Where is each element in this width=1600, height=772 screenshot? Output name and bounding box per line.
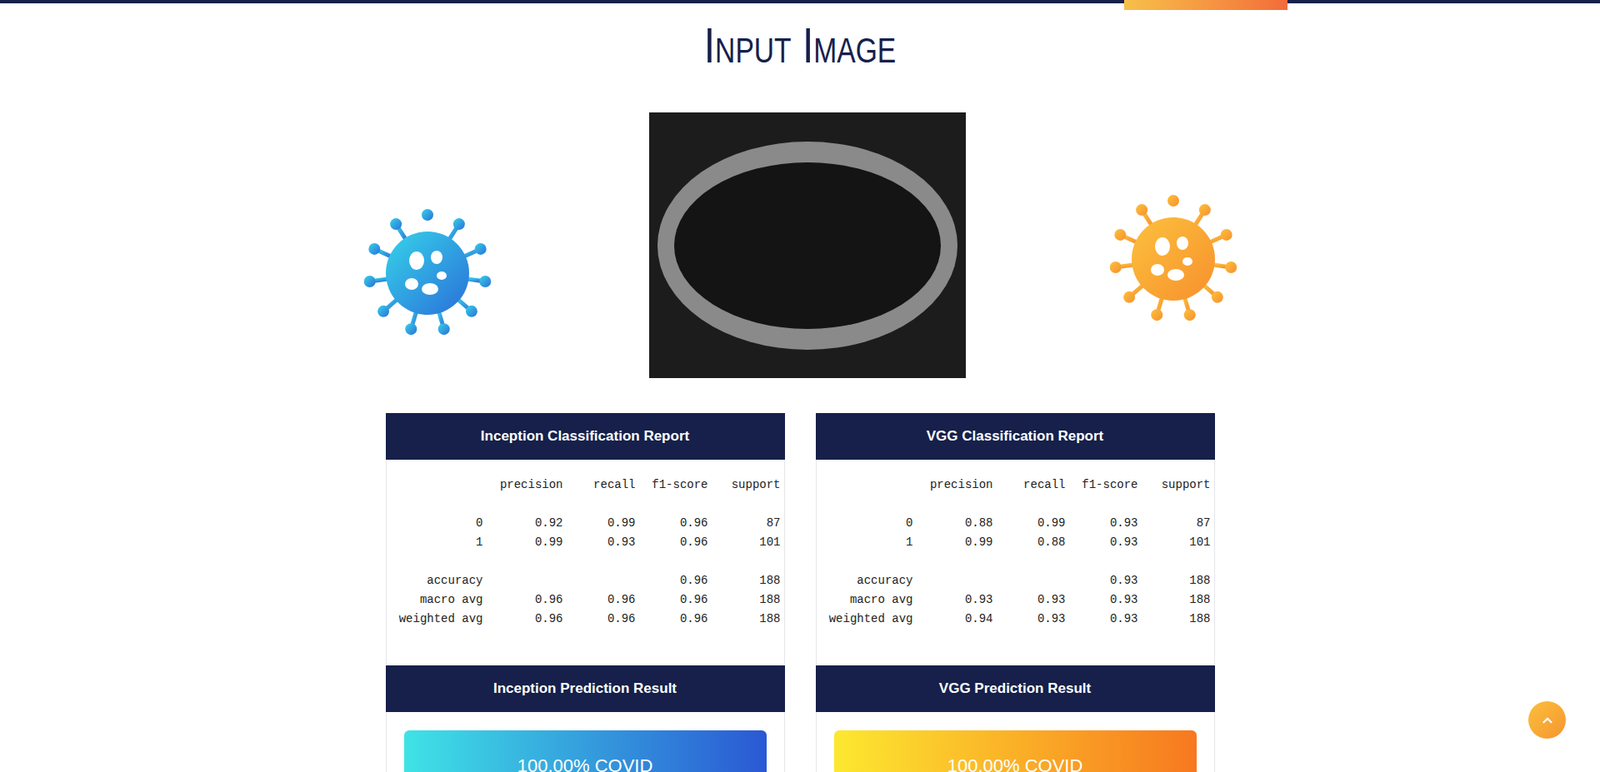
top-bar [0, 0, 1600, 4]
report-row: weighted avg0.940.930.93188 [816, 610, 1215, 630]
chevron-up-icon [1540, 713, 1555, 729]
row-label: accuracy [816, 571, 914, 591]
row-value: 0.93 [993, 590, 1066, 610]
row-value: 0.94 [913, 610, 994, 630]
row-value: 101 [1138, 533, 1211, 553]
row-value: 87 [1138, 514, 1211, 534]
prediction-result: 100.00% COVID [404, 730, 767, 772]
row-value [993, 571, 1066, 591]
row-value: recall [993, 475, 1066, 495]
card-header: VGG Classification Report [815, 413, 1215, 460]
nav-highlight [1124, 0, 1288, 10]
report-row: precisionrecallf1-scoresupport [386, 475, 785, 495]
row-value: 0.93 [1065, 514, 1139, 534]
row-value: 0.96 [635, 610, 709, 630]
row-label: accuracy [386, 571, 484, 591]
row-value: 87 [708, 514, 781, 534]
reports: Inception Classification Report precision… [0, 413, 1600, 772]
row-value: 0.96 [563, 590, 636, 610]
row-value: 0.96 [563, 610, 636, 630]
row-value: 188 [1138, 590, 1211, 610]
card-header: Inception Classification Report [385, 413, 785, 460]
row-value [563, 571, 636, 591]
report-row: precisionrecallf1-scoresupport [816, 475, 1215, 495]
report-row: accuracy 0.93188 [816, 571, 1215, 591]
row-value: 0.93 [913, 590, 994, 610]
row-label: weighted avg [386, 610, 484, 630]
row-label [386, 475, 484, 495]
report-row: weighted avg0.960.960.96188 [386, 610, 785, 630]
row-value: 0.93 [1065, 571, 1139, 591]
row-value: 0.99 [993, 514, 1066, 534]
prediction-header: VGG Prediction Result [815, 665, 1215, 713]
row-value: 188 [1138, 571, 1211, 591]
row-value: f1-score [1065, 475, 1139, 495]
prediction-header: Inception Prediction Result [385, 665, 785, 713]
virus-orange-icon [1102, 188, 1245, 330]
row-value: precision [913, 475, 994, 495]
row-value: precision [483, 475, 564, 495]
row-value: 0.93 [1065, 610, 1139, 630]
row-value [913, 571, 994, 591]
row-value: 0.93 [993, 610, 1066, 630]
report-row: 10.990.880.93101 [816, 533, 1215, 553]
row-value: 0.96 [483, 590, 564, 610]
report-row: macro avg0.960.960.96188 [386, 590, 785, 610]
row-value: 188 [1138, 610, 1211, 630]
report-row: accuracy 0.96188 [386, 571, 785, 591]
row-value: 0.96 [635, 590, 709, 610]
virus-blue-icon [356, 202, 499, 345]
row-value: 188 [708, 571, 781, 591]
row-label: 0 [816, 514, 914, 534]
row-label: 1 [386, 533, 484, 553]
row-value: 0.99 [913, 533, 994, 553]
row-value: 0.96 [635, 514, 709, 534]
row-value: 0.99 [563, 514, 636, 534]
prediction-result: 100.00% COVID [834, 730, 1197, 772]
row-value: f1-score [635, 475, 709, 495]
row-value: 0.96 [635, 571, 709, 591]
row-value [483, 571, 564, 591]
scroll-top-button[interactable] [1528, 701, 1566, 740]
row-label: macro avg [816, 590, 914, 610]
row-value: support [708, 475, 781, 495]
row-label: weighted avg [816, 610, 914, 630]
row-value: 0.96 [483, 610, 564, 630]
row-value: recall [563, 475, 636, 495]
row-value: 188 [708, 610, 781, 630]
row-value: 0.96 [635, 533, 709, 553]
row-value: 101 [708, 533, 781, 553]
report-row: 00.880.990.9387 [816, 514, 1215, 534]
row-label [816, 475, 914, 495]
report-row: 00.920.990.9687 [386, 514, 785, 534]
report-row: 10.990.930.96101 [386, 533, 785, 553]
row-value: 0.93 [563, 533, 636, 553]
row-label: macro avg [386, 590, 484, 610]
row-value: 188 [708, 590, 781, 610]
classification-report: precisionrecallf1-scoresupport00.880.990… [815, 460, 1215, 666]
row-label: 1 [816, 533, 914, 553]
row-label: 0 [386, 514, 484, 534]
report-card: Inception Classification Report precision… [385, 413, 785, 772]
row-value: 0.93 [1065, 533, 1139, 553]
page-title: Input Image [160, 20, 1440, 71]
row-value: 0.92 [483, 514, 564, 534]
report-card: VGG Classification Report precisionrecall… [815, 413, 1215, 772]
row-value: support [1138, 475, 1211, 495]
row-value: 0.88 [993, 533, 1066, 553]
row-value: 0.93 [1065, 590, 1139, 610]
row-value: 0.88 [913, 514, 994, 534]
image-row [0, 112, 1600, 379]
page: Input Image Inception Classification Repo… [0, 0, 1600, 772]
report-row: macro avg0.930.930.93188 [816, 590, 1215, 610]
row-value: 0.99 [483, 533, 564, 553]
input-image [649, 112, 966, 379]
classification-report: precisionrecallf1-scoresupport00.920.990… [385, 460, 785, 666]
